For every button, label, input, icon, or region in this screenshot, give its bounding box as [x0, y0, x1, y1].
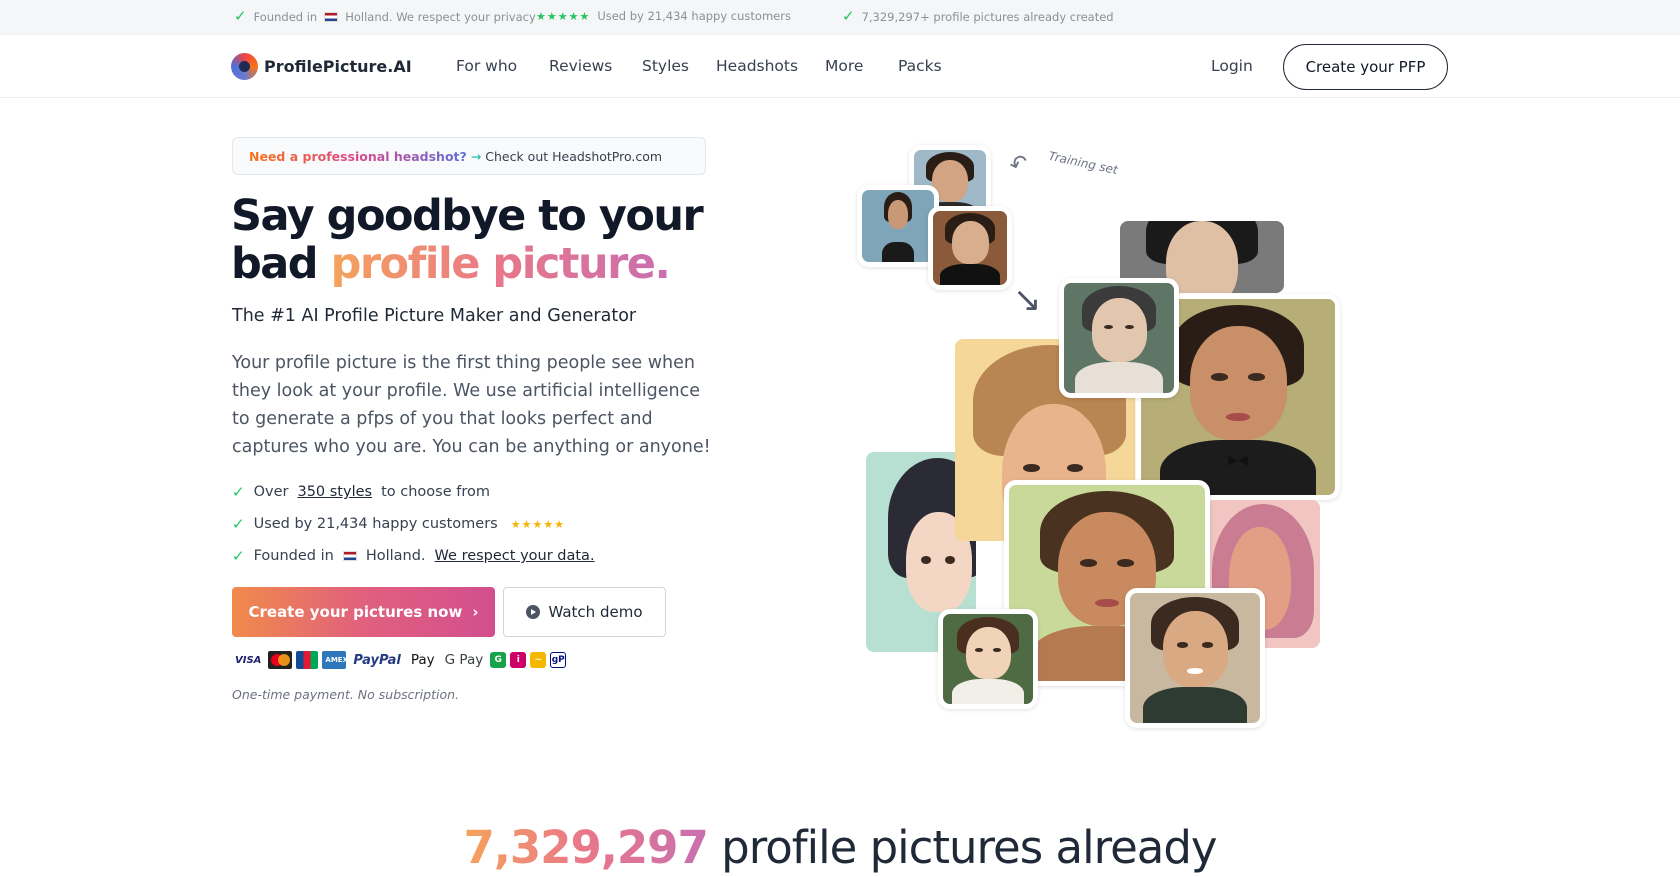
- netherlands-flag-icon: [342, 551, 357, 561]
- feature-styles: ✓ Over 350 styles to choose from: [232, 476, 595, 508]
- check-icon: ✓: [842, 7, 855, 25]
- nav-link-reviews[interactable]: Reviews: [549, 57, 612, 75]
- nav-link-more[interactable]: More: [825, 57, 863, 75]
- nav-link-packs[interactable]: Packs: [898, 57, 942, 75]
- nav-link-headshots[interactable]: Headshots: [716, 57, 798, 75]
- gp-icon: gP: [550, 652, 567, 668]
- apple-pay-icon: Pay: [410, 652, 435, 668]
- check-icon: ✓: [232, 482, 245, 501]
- feature-founded-country: Holland.: [365, 548, 426, 564]
- feature-styles-suffix: to choose from: [381, 484, 490, 500]
- bancontact-icon: ~: [530, 652, 547, 668]
- result-photo-anime-green: [938, 609, 1038, 709]
- create-pictures-button[interactable]: Create your pictures now ›: [232, 587, 495, 637]
- arrow-down-right-icon: ↘: [1013, 280, 1042, 320]
- training-photo-2: [857, 185, 939, 267]
- banner-headline: Need a professional headshot?: [249, 148, 467, 164]
- banner-link-text: Check out HeadshotPro.com: [485, 148, 663, 164]
- login-link[interactable]: Login: [1211, 57, 1253, 75]
- chevron-right-icon: ›: [472, 603, 479, 621]
- headline-line-2: bad profile picture.: [231, 240, 702, 288]
- headline-line-1: Say goodbye to your: [231, 191, 704, 241]
- created-strip-item: ✓ 7,329,297+ profile pictures already cr…: [842, 9, 1114, 24]
- amex-icon: AMEX: [322, 651, 348, 669]
- respect-data-link[interactable]: We respect your data.: [435, 548, 595, 564]
- nav-link-styles[interactable]: Styles: [642, 57, 689, 75]
- logo-text: ProfilePicture.AI: [264, 57, 412, 76]
- main-nav: ProfilePicture.AI For who Reviews Styles…: [0, 35, 1680, 98]
- feature-customers-text: Used by 21,434 happy customers: [253, 516, 498, 532]
- check-icon: ✓: [232, 546, 245, 565]
- check-icon: ✓: [232, 514, 245, 533]
- styles-link[interactable]: 350 styles: [297, 484, 372, 500]
- payment-note: One-time payment. No subscription.: [232, 687, 459, 702]
- feature-styles-prefix: Over: [253, 484, 289, 500]
- giropay-icon: G: [490, 652, 507, 668]
- feature-founded: ✓ Founded in Holland. We respect your da…: [232, 540, 595, 572]
- founded-strip-item: ✓ Founded in Holland. We respect your pr…: [234, 9, 536, 24]
- payment-methods: VISA AMEX PayPal Pay G Pay G i ~ gP: [232, 651, 567, 669]
- result-photo-sketch: [1059, 278, 1179, 398]
- feature-list: ✓ Over 350 styles to choose from ✓ Used …: [232, 476, 595, 572]
- counter-number: 7,329,297: [463, 821, 708, 874]
- mastercard-icon: [268, 651, 293, 669]
- stars-icon: ★★★★★: [536, 9, 591, 23]
- nav-link-for-who[interactable]: For who: [456, 57, 517, 75]
- headline-gradient: profile picture.: [330, 239, 671, 289]
- result-photo-cafe: [1125, 588, 1265, 728]
- hero-paragraph: Your profile picture is the first thing …: [232, 353, 711, 457]
- customers-text: Used by 21,434 happy customers: [597, 9, 791, 23]
- customers-strip-item: ★★★★★ Used by 21,434 happy customers: [536, 9, 791, 23]
- founded-country: Holland. We respect your privacy: [345, 9, 536, 24]
- headshot-banner[interactable]: Need a professional headshot? → Check ou…: [232, 137, 706, 175]
- training-set-label: Training set: [1047, 148, 1120, 178]
- created-text: 7,329,297+ profile pictures already crea…: [861, 9, 1114, 24]
- create-pfp-button[interactable]: Create your PFP: [1283, 44, 1448, 90]
- visa-icon: VISA: [235, 654, 262, 666]
- play-icon: [526, 605, 541, 619]
- headline-plain: bad: [231, 239, 319, 289]
- top-strip: ✓ Founded in Holland. We respect your pr…: [0, 0, 1680, 35]
- google-pay-icon: G Pay: [444, 652, 484, 668]
- curved-arrow-icon: ↶: [1006, 149, 1033, 180]
- training-photo-3: [928, 206, 1012, 290]
- counter-text: profile pictures already: [721, 821, 1217, 874]
- founded-prefix: Founded in: [253, 9, 318, 24]
- hero-headline: Say goodbye to your bad profile picture.: [231, 191, 704, 288]
- stars-icon: ★★★★★: [510, 517, 566, 531]
- netherlands-flag-icon: [324, 11, 339, 22]
- feature-founded-prefix: Founded in: [253, 548, 334, 564]
- pictures-counter-heading: 7,329,297 profile pictures already: [0, 818, 1680, 876]
- watch-demo-label: Watch demo: [548, 603, 643, 621]
- watch-demo-button[interactable]: Watch demo: [503, 587, 666, 637]
- hero-subtitle: The #1 AI Profile Picture Maker and Gene…: [232, 306, 637, 326]
- logo[interactable]: ProfilePicture.AI: [231, 53, 412, 80]
- logo-icon: [231, 53, 258, 80]
- check-icon: ✓: [234, 7, 247, 25]
- ideal-icon: i: [510, 652, 527, 668]
- feature-customers: ✓ Used by 21,434 happy customers ★★★★★: [232, 508, 595, 540]
- arrow-right-icon: →: [470, 148, 482, 164]
- create-pictures-label: Create your pictures now: [248, 603, 463, 621]
- jcb-icon: [296, 651, 319, 669]
- paypal-icon: PayPal: [353, 652, 401, 668]
